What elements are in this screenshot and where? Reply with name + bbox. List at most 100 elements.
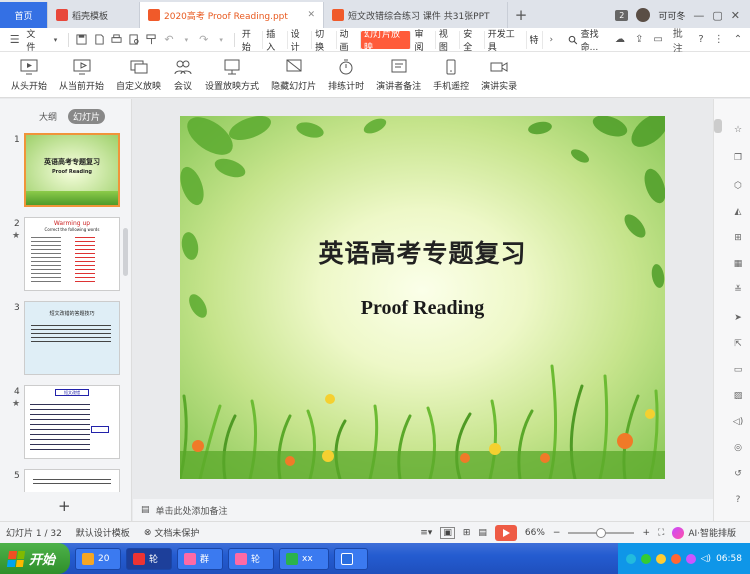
- speaker-notes-button[interactable]: 演讲者备注: [371, 54, 426, 96]
- menu-file[interactable]: 文件: [23, 30, 46, 53]
- phone-remote-button[interactable]: 手机遥控: [428, 54, 474, 96]
- cloud-sync-icon[interactable]: ☁: [615, 34, 625, 45]
- reading-view-icon[interactable]: ▤: [478, 528, 487, 538]
- slide-title[interactable]: 英语高考专题复习: [180, 234, 665, 270]
- menu-start[interactable]: 开始: [239, 30, 264, 53]
- avatar[interactable]: [636, 8, 651, 22]
- annotate-button[interactable]: 批注: [673, 25, 689, 55]
- menu-transition[interactable]: 切换: [312, 30, 337, 53]
- tab-outline[interactable]: 大纲: [34, 109, 62, 124]
- chevron-down-icon[interactable]: ▾: [178, 31, 195, 49]
- tab-daoke[interactable]: 稻壳模板: [48, 2, 140, 28]
- history-icon[interactable]: ↺: [731, 467, 745, 481]
- help-icon[interactable]: ?: [731, 493, 745, 507]
- sorter-view-icon[interactable]: ⊞: [463, 528, 471, 538]
- minimize-icon[interactable]: —: [693, 9, 704, 22]
- ai-layout-button[interactable]: AI·智能排版: [672, 526, 736, 539]
- chevron-down-icon[interactable]: ▾: [47, 31, 64, 49]
- chevron-right-icon[interactable]: ›: [543, 31, 560, 49]
- panel-scrollbar[interactable]: [123, 228, 128, 276]
- fit-window-icon[interactable]: ⛶: [658, 528, 664, 538]
- template-icon[interactable]: ▭: [731, 363, 745, 377]
- hamburger-icon[interactable]: ☰: [6, 31, 23, 49]
- search-command[interactable]: 查找命...: [568, 27, 615, 53]
- notes-pane[interactable]: ▤ 单击此处添加备注: [133, 499, 713, 521]
- menu-security[interactable]: 安全: [460, 30, 485, 53]
- zoom-level[interactable]: 66%: [525, 528, 545, 538]
- slide-subtitle[interactable]: Proof Reading: [180, 297, 665, 320]
- tab-home[interactable]: 首页: [0, 2, 48, 28]
- window-count-badge[interactable]: 2: [615, 9, 629, 21]
- menu-insert[interactable]: 插入: [263, 30, 288, 53]
- print-icon[interactable]: [108, 31, 125, 49]
- save-icon[interactable]: [73, 31, 90, 49]
- collapse-ribbon-icon[interactable]: ⌃: [734, 34, 742, 45]
- share-icon[interactable]: ⇱: [731, 337, 745, 351]
- tray-icon[interactable]: [685, 553, 696, 564]
- taskbar-item[interactable]: 群: [177, 547, 223, 570]
- zoom-in-icon[interactable]: +: [642, 528, 650, 538]
- volume-icon[interactable]: ◁): [701, 554, 711, 564]
- star-icon[interactable]: ☆: [731, 123, 745, 137]
- tray-icon[interactable]: [640, 553, 651, 564]
- copy-icon[interactable]: ❐: [731, 151, 745, 165]
- chevron-down-icon[interactable]: ▾: [212, 31, 229, 49]
- redo-icon[interactable]: ↷: [195, 31, 212, 49]
- tray-icon[interactable]: [625, 553, 636, 564]
- tab-slides[interactable]: 幻灯片: [68, 109, 106, 124]
- record-presentation-button[interactable]: 演讲实录: [476, 54, 522, 96]
- menu-special[interactable]: 特: [527, 30, 543, 49]
- current-slide[interactable]: 英语高考专题复习 Proof Reading: [180, 116, 665, 479]
- play-slideshow-button[interactable]: [494, 524, 517, 541]
- color-icon[interactable]: ◎: [731, 441, 745, 455]
- design-template-label[interactable]: 默认设计模板: [76, 526, 130, 539]
- shapes-icon[interactable]: ⬡: [731, 179, 745, 193]
- close-window-icon[interactable]: ✕: [731, 9, 740, 22]
- taskbar-item[interactable]: [334, 547, 368, 570]
- audio-icon[interactable]: ◁): [731, 415, 745, 429]
- meeting-button[interactable]: 会议: [168, 54, 198, 96]
- zoom-slider[interactable]: [568, 527, 635, 538]
- taskbar-item[interactable]: 20: [75, 547, 121, 570]
- menu-slideshow[interactable]: 幻灯片放映: [360, 30, 412, 53]
- undo-icon[interactable]: ↶: [160, 31, 177, 49]
- export-pdf-icon[interactable]: [91, 31, 108, 49]
- zoom-slider-handle[interactable]: [596, 527, 607, 538]
- chart-icon[interactable]: ▦: [731, 257, 745, 271]
- menu-developer[interactable]: 开发工具: [485, 30, 527, 53]
- menu-design[interactable]: 设计: [288, 30, 313, 53]
- print-preview-icon[interactable]: [125, 31, 142, 49]
- menu-animation[interactable]: 动画: [337, 30, 361, 53]
- document-protection[interactable]: ⊗ 文档未保护: [144, 526, 200, 540]
- taskbar-item[interactable]: 轮: [126, 547, 172, 570]
- maximize-icon[interactable]: ▢: [712, 9, 722, 22]
- menu-review[interactable]: 审阅: [411, 30, 436, 53]
- taskbar-item[interactable]: xx: [279, 547, 329, 570]
- canvas-scrollbar[interactable]: [714, 119, 722, 133]
- normal-view-icon[interactable]: ▣: [440, 526, 455, 539]
- image-icon[interactable]: ▨: [731, 389, 745, 403]
- settings-sliders-icon[interactable]: ≚: [731, 283, 745, 297]
- fill-icon[interactable]: ◭: [731, 205, 745, 219]
- tray-icon[interactable]: [670, 553, 681, 564]
- add-slide-button[interactable]: +: [58, 497, 71, 515]
- comment-icon[interactable]: ▭: [653, 34, 662, 45]
- zoom-out-icon[interactable]: −: [553, 528, 561, 538]
- rehearse-timing-button[interactable]: 排练计时: [323, 54, 369, 96]
- start-button[interactable]: 开始: [0, 543, 70, 574]
- share-icon[interactable]: ⇪: [635, 34, 643, 45]
- menu-view[interactable]: 视图: [436, 30, 461, 53]
- grid-icon[interactable]: ⊞: [731, 231, 745, 245]
- play-from-current-button[interactable]: 从当前开始: [54, 54, 109, 96]
- format-painter-icon[interactable]: [143, 31, 160, 49]
- hide-slide-button[interactable]: 隐藏幻灯片: [266, 54, 321, 96]
- tab-document-1[interactable]: 2020高考 Proof Reading.ppt ✕: [140, 2, 324, 28]
- more-icon[interactable]: ⋮: [714, 34, 724, 45]
- user-name[interactable]: 可可冬: [658, 9, 685, 22]
- notes-toggle-icon[interactable]: ≡▾: [420, 528, 432, 538]
- setup-slideshow-button[interactable]: 设置放映方式: [200, 54, 264, 96]
- help-icon[interactable]: ?: [698, 34, 703, 45]
- custom-slideshow-button[interactable]: 自定义放映: [111, 54, 166, 96]
- close-icon[interactable]: ✕: [301, 10, 315, 20]
- clock[interactable]: 06:58: [716, 554, 742, 564]
